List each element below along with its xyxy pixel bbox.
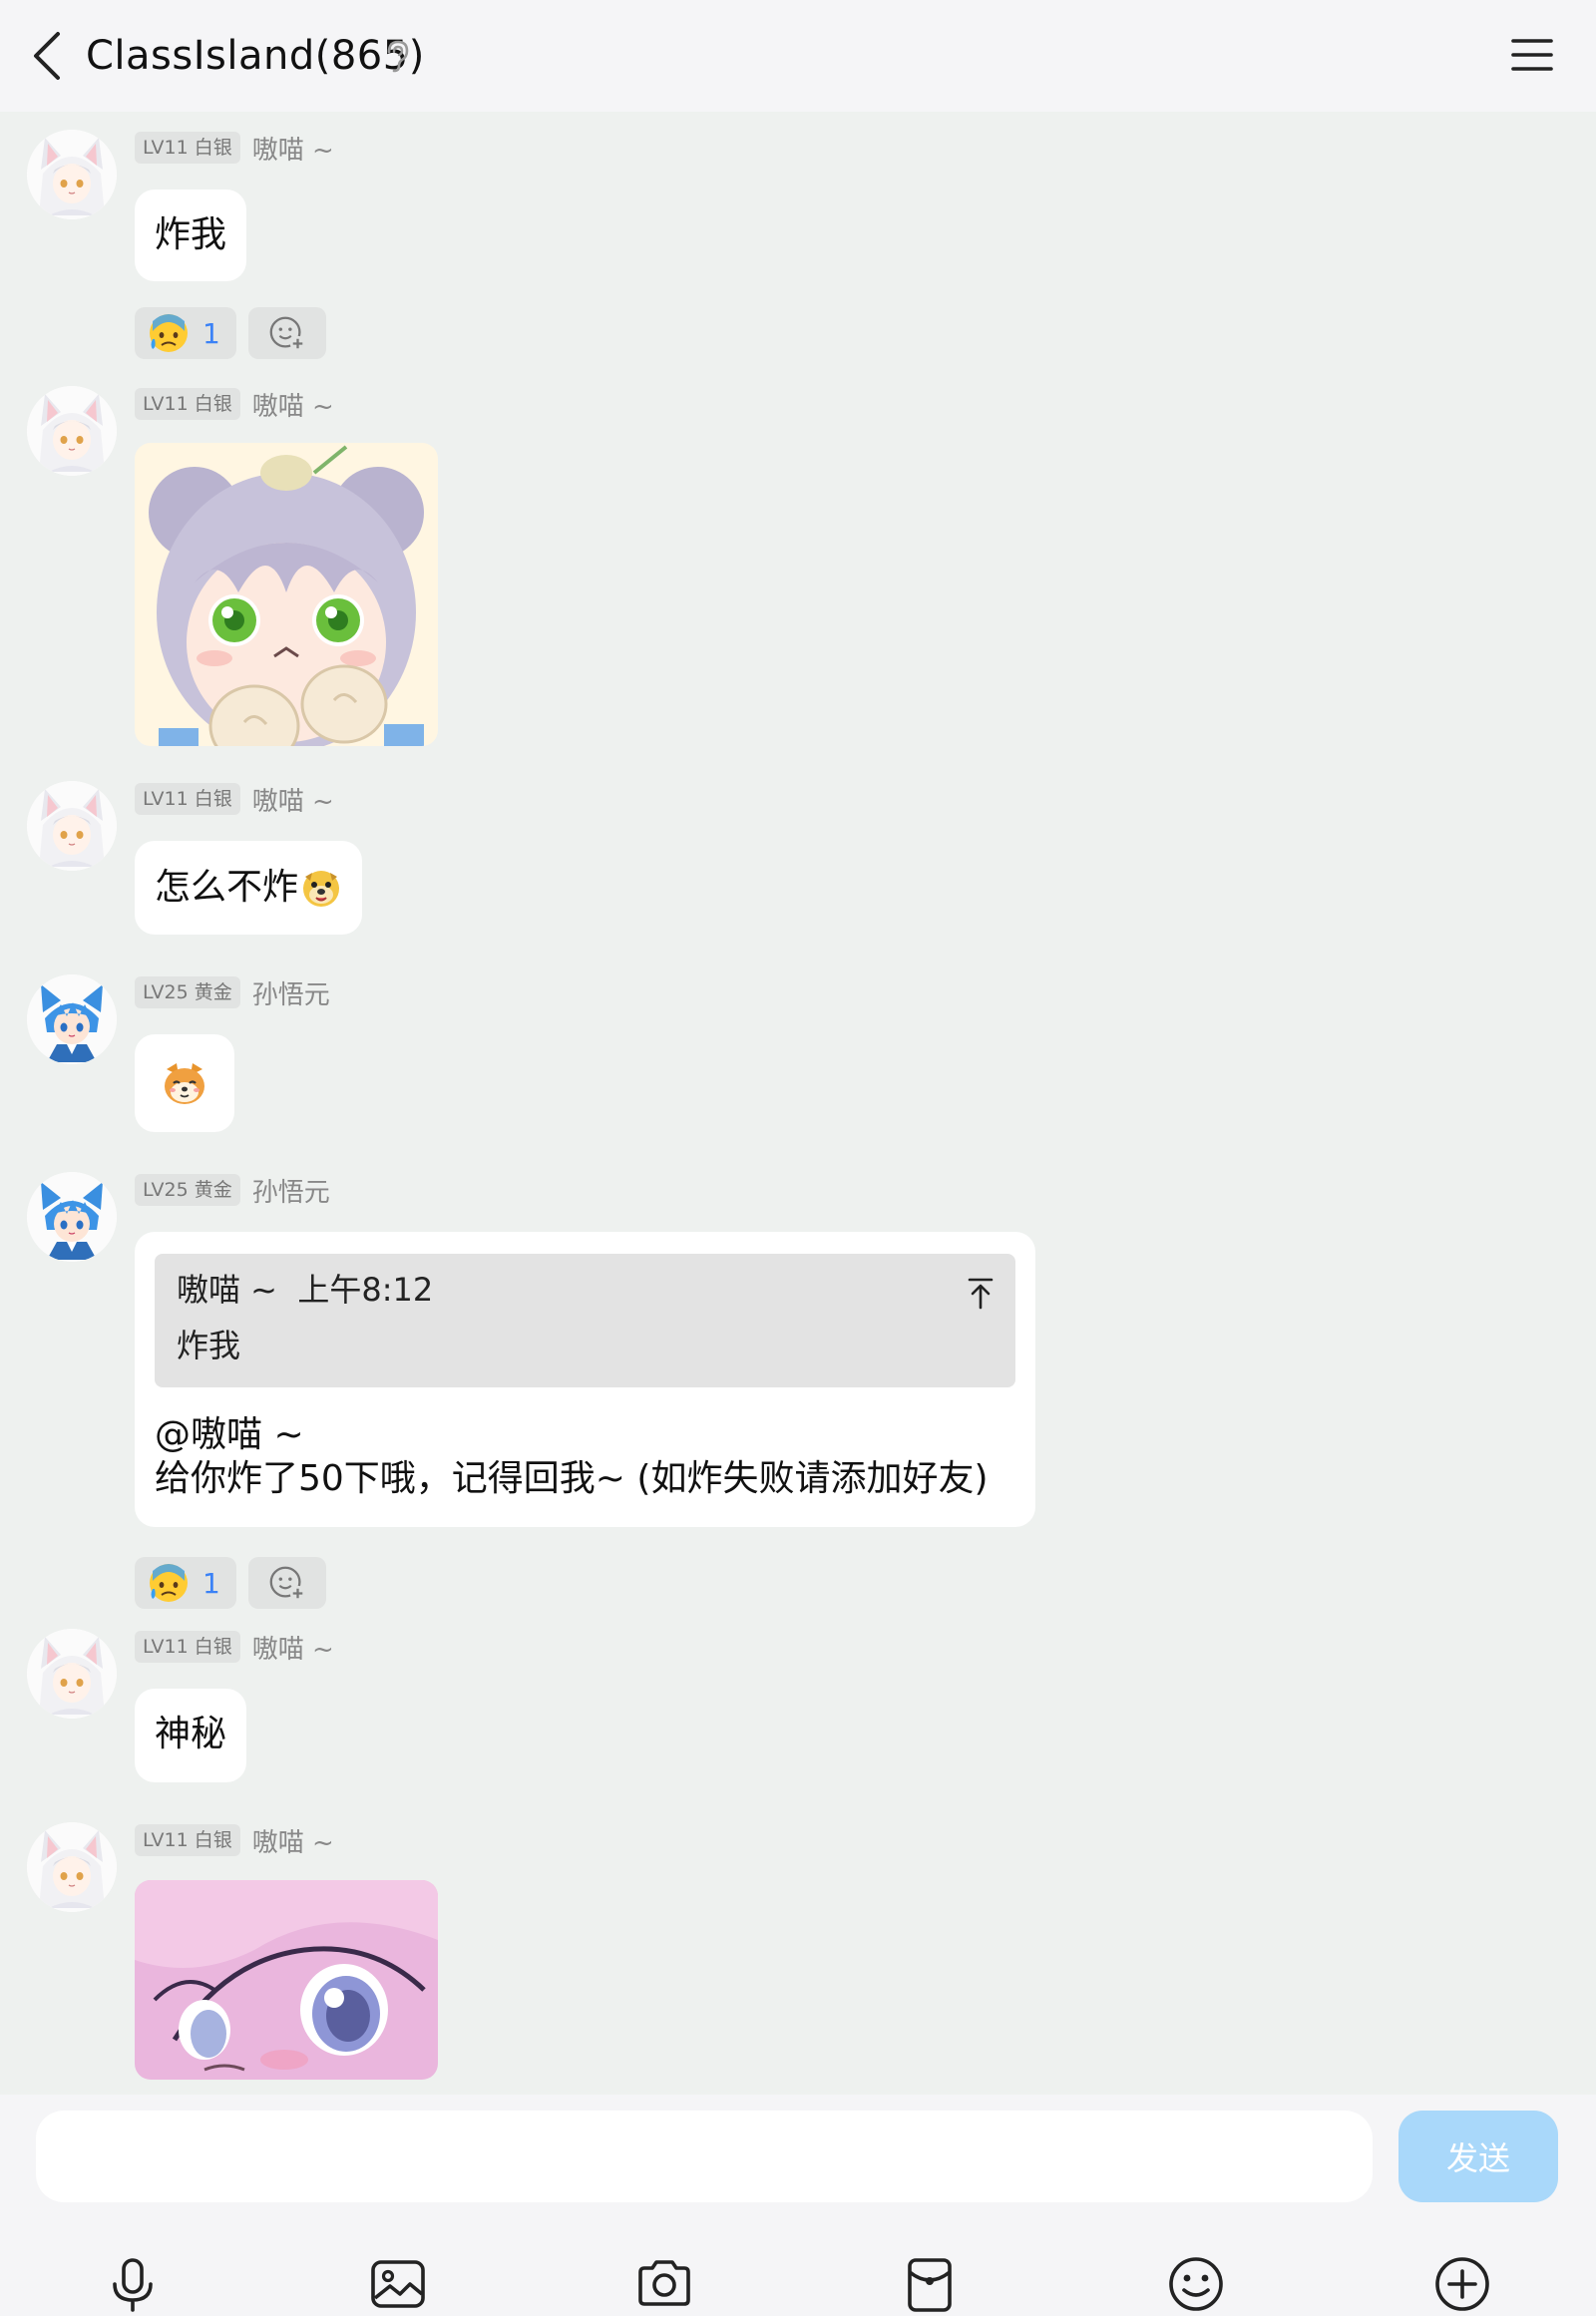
- level-badge: LV11 白银: [135, 388, 240, 420]
- reaction-count: 1: [202, 316, 220, 350]
- reply-bubble[interactable]: 嗷喵 ~ 上午8:12 炸我 @嗷喵 ~ 给你炸了50下哦，记得回我~ (如炸失…: [135, 1232, 1035, 1527]
- reaction-row: 1: [135, 1557, 326, 1609]
- camera-icon[interactable]: [634, 2254, 694, 2314]
- anxious-tear-emoji-icon: [147, 1561, 191, 1605]
- message-bubble[interactable]: 神秘: [135, 1689, 247, 1782]
- quoted-header: 嗷喵 ~ 上午8:12: [177, 1268, 433, 1312]
- quoted-author: 嗷喵 ~: [177, 1271, 277, 1309]
- message-item: LV25 黄金 孙悟元 嗷喵 ~ 上午8:12 炸我 @嗷喵 ~ 给你炸了50下…: [0, 1172, 1596, 1609]
- sender-nickname[interactable]: 嗷喵 ~: [252, 130, 334, 167]
- ear-icon[interactable]: [381, 38, 413, 74]
- sender-meta: LV25 黄金 孙悟元: [135, 974, 330, 1010]
- message-item: LV11 白银 嗷喵 ~ 怎么不炸: [0, 781, 1596, 951]
- send-button[interactable]: 发送: [1398, 2111, 1558, 2202]
- image-icon[interactable]: [368, 2254, 428, 2314]
- back-icon[interactable]: [28, 30, 68, 82]
- red-packet-icon[interactable]: [900, 2254, 960, 2314]
- sticker-image[interactable]: [135, 1880, 438, 2080]
- add-emoji-icon: [266, 1562, 308, 1604]
- reply-text: @嗷喵 ~ 给你炸了50下哦，记得回我~ (如炸失败请添加好友): [155, 1413, 989, 1501]
- add-reaction-button[interactable]: [247, 1557, 326, 1609]
- sender-nickname[interactable]: 孙悟元: [252, 1172, 330, 1209]
- add-emoji-icon: [266, 312, 308, 354]
- sender-nickname[interactable]: 孙悟元: [252, 974, 330, 1011]
- menu-icon[interactable]: [1510, 36, 1554, 74]
- sender-nickname[interactable]: 嗷喵 ~: [252, 1822, 334, 1859]
- chat-title[interactable]: ClassIsland(865): [86, 28, 425, 84]
- message-text: 神秘: [155, 1714, 227, 1754]
- message-item: LV11 白银 嗷喵 ~: [0, 386, 1596, 746]
- sender-meta: LV11 白银 嗷喵 ~: [135, 386, 334, 422]
- level-badge: LV11 白银: [135, 783, 240, 815]
- level-badge: LV11 白银: [135, 1631, 240, 1663]
- jump-to-quote-icon[interactable]: [966, 1276, 996, 1310]
- avatar[interactable]: [27, 974, 117, 1064]
- sticker-image[interactable]: [135, 443, 438, 746]
- mic-icon[interactable]: [103, 2254, 163, 2314]
- reaction-chip[interactable]: 1: [135, 307, 236, 359]
- shiba-emoji-icon: [165, 1063, 204, 1104]
- reply-body-line: 给你炸了50下哦，记得回我~ (如炸失败请添加好友): [155, 1458, 989, 1499]
- level-badge: LV25 黄金: [135, 1174, 240, 1206]
- plus-icon[interactable]: [1432, 2254, 1492, 2314]
- avatar[interactable]: [27, 1629, 117, 1719]
- quoted-text: 炸我: [177, 1327, 241, 1364]
- message-text: 怎么不炸: [155, 867, 299, 908]
- avatar[interactable]: [27, 781, 117, 871]
- avatar[interactable]: [27, 1172, 117, 1262]
- message-item: LV11 白银 嗷喵 ~ 神秘: [0, 1629, 1596, 1808]
- sender-meta: LV11 白银 嗷喵 ~: [135, 1822, 334, 1858]
- add-reaction-button[interactable]: [247, 307, 326, 359]
- anxious-tear-emoji-icon: [147, 311, 191, 355]
- sender-meta: LV11 白银 嗷喵 ~: [135, 781, 334, 817]
- composer-bar: 发送: [0, 2095, 1596, 2316]
- message-input[interactable]: [36, 2111, 1373, 2202]
- sender-meta: LV11 白银 嗷喵 ~: [135, 130, 334, 166]
- avatar[interactable]: [27, 386, 117, 476]
- level-badge: LV11 白银: [135, 132, 240, 164]
- message-bubble[interactable]: 怎么不炸: [135, 841, 363, 935]
- message-item: LV25 黄金 孙悟元: [0, 974, 1596, 1154]
- level-badge: LV25 黄金: [135, 976, 240, 1008]
- message-text: 炸我: [155, 214, 227, 255]
- chat-header: ClassIsland(865): [0, 0, 1596, 112]
- message-item: LV11 白银 嗷喵 ~: [0, 1822, 1596, 2095]
- level-badge: LV11 白银: [135, 1824, 240, 1856]
- sender-nickname[interactable]: 嗷喵 ~: [252, 386, 334, 423]
- avatar[interactable]: [27, 1822, 117, 1912]
- sender-meta: LV11 白银 嗷喵 ~: [135, 1629, 334, 1665]
- sender-meta: LV25 黄金 孙悟元: [135, 1172, 330, 1208]
- message-item: LV11 白银 嗷喵 ~ 炸我 1: [0, 130, 1596, 369]
- sender-nickname[interactable]: 嗷喵 ~: [252, 1629, 334, 1666]
- reaction-row: 1: [135, 307, 326, 359]
- message-bubble[interactable]: 炸我: [135, 190, 247, 281]
- message-list[interactable]: LV11 白银 嗷喵 ~ 炸我 1 LV11 白银 嗷喵 ~ LV11 白银 嗷…: [0, 112, 1596, 2095]
- reaction-chip[interactable]: 1: [135, 1557, 236, 1609]
- quoted-message[interactable]: 嗷喵 ~ 上午8:12 炸我: [155, 1254, 1015, 1387]
- avatar[interactable]: [27, 130, 117, 219]
- emoji-icon[interactable]: [1166, 2254, 1226, 2314]
- reaction-count: 1: [202, 1566, 220, 1600]
- mention-line[interactable]: @嗷喵 ~: [155, 1413, 989, 1457]
- dog-face-emoji-icon: [303, 871, 340, 907]
- sender-nickname[interactable]: 嗷喵 ~: [252, 781, 334, 818]
- message-bubble[interactable]: [135, 1034, 234, 1132]
- quoted-time: 上午8:12: [297, 1271, 434, 1309]
